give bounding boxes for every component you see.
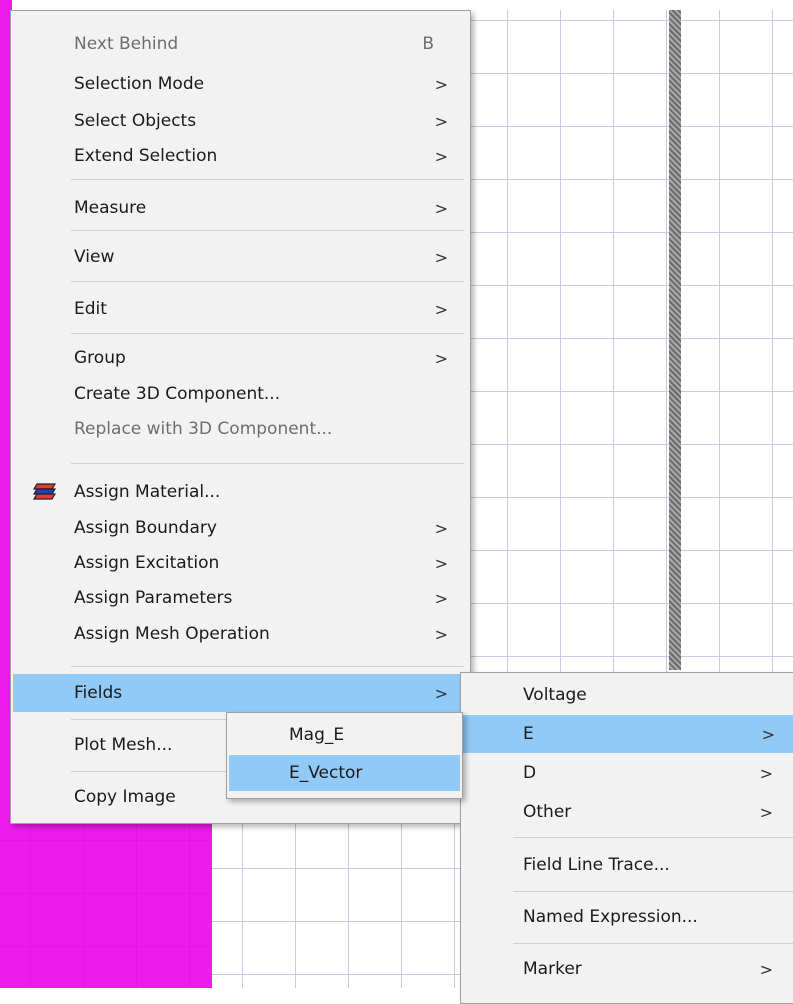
chevron-right-icon: > — [434, 683, 448, 703]
chevron-right-icon: > — [759, 802, 773, 822]
chevron-right-icon: > — [434, 624, 448, 644]
menu-separator — [71, 281, 464, 282]
menu-separator — [71, 666, 464, 667]
menu-item-view[interactable]: View > — [13, 239, 468, 275]
chevron-right-icon: > — [759, 763, 773, 783]
e-submenu: Mag_E E_Vector — [226, 712, 463, 799]
material-stack-icon — [32, 482, 57, 502]
menu-item-label: Group — [74, 348, 126, 368]
chevron-right-icon: > — [434, 247, 448, 267]
chevron-right-icon: > — [434, 111, 448, 131]
shortcut-key: B — [422, 34, 434, 54]
menu-item-label: Marker — [523, 959, 582, 979]
chevron-right-icon: > — [434, 553, 448, 573]
chevron-right-icon: > — [434, 588, 448, 608]
menu-item-label: Mag_E — [289, 725, 345, 745]
menu-item-label: E_Vector — [289, 763, 363, 783]
submenu-item-marker[interactable]: Marker > — [463, 951, 793, 987]
chevron-right-icon: > — [434, 146, 448, 166]
submenu-item-voltage[interactable]: Voltage — [463, 677, 793, 713]
canvas-top-edge — [0, 0, 793, 10]
menu-item-assign-boundary[interactable]: Assign Boundary > — [13, 510, 468, 546]
menu-item-label: Other — [523, 802, 572, 822]
submenu-item-named-expression[interactable]: Named Expression... — [463, 899, 793, 935]
menu-item-label: Field Line Trace... — [523, 855, 670, 875]
menu-item-label: Named Expression... — [523, 907, 698, 927]
menu-separator — [71, 333, 464, 334]
menu-item-next-behind: Next Behind B — [13, 26, 468, 62]
menu-item-assign-excitation[interactable]: Assign Excitation > — [13, 545, 468, 581]
menu-item-label: Assign Material... — [74, 482, 221, 502]
menu-item-label: D — [523, 763, 537, 783]
menu-item-label: Assign Excitation — [74, 553, 220, 573]
menu-item-label: Create 3D Component... — [74, 384, 281, 404]
menu-item-label: Select Objects — [74, 111, 197, 131]
menu-item-create-3d-component[interactable]: Create 3D Component... — [13, 376, 468, 412]
chevron-right-icon: > — [759, 959, 773, 979]
menu-item-label: Assign Mesh Operation — [74, 624, 270, 644]
menu-separator — [513, 943, 793, 944]
menu-item-label: Voltage — [523, 685, 587, 705]
menu-item-label: Fields — [74, 683, 123, 703]
menu-item-label: E — [523, 724, 534, 744]
menu-item-label: Selection Mode — [74, 74, 205, 94]
menu-item-label: Assign Boundary — [74, 518, 217, 538]
menu-item-label: Assign Parameters — [74, 588, 233, 608]
menu-item-extend-selection[interactable]: Extend Selection > — [13, 138, 468, 174]
submenu-item-e[interactable]: E > — [463, 715, 793, 753]
menu-separator — [71, 463, 464, 464]
menu-item-assign-parameters[interactable]: Assign Parameters > — [13, 580, 468, 616]
menu-item-label: Edit — [74, 299, 107, 319]
chevron-right-icon: > — [434, 299, 448, 319]
menu-item-assign-material[interactable]: Assign Material... — [13, 474, 468, 510]
menu-item-label: Next Behind — [74, 34, 179, 54]
menu-item-fields[interactable]: Fields > — [13, 674, 468, 712]
menu-item-label: Measure — [74, 198, 147, 218]
menu-item-label: Plot Mesh... — [74, 735, 173, 755]
chevron-right-icon: > — [434, 518, 448, 538]
menu-item-label: Extend Selection — [74, 146, 218, 166]
menu-item-label: Copy Image — [74, 787, 176, 807]
submenu-item-other[interactable]: Other > — [463, 794, 793, 830]
menu-item-label: View — [74, 247, 115, 267]
chevron-right-icon: > — [761, 724, 775, 744]
menu-item-assign-mesh-operation[interactable]: Assign Mesh Operation > — [13, 616, 468, 652]
menu-item-label: Replace with 3D Component... — [74, 419, 333, 439]
menu-item-edit[interactable]: Edit > — [13, 291, 468, 327]
menu-item-group[interactable]: Group > — [13, 340, 468, 376]
submenu-item-mag-e[interactable]: Mag_E — [229, 717, 460, 753]
menu-separator — [71, 179, 464, 180]
menu-separator — [513, 837, 793, 838]
chevron-right-icon: > — [434, 74, 448, 94]
menu-item-replace-3d-component: Replace with 3D Component... — [13, 411, 468, 447]
chevron-right-icon: > — [434, 348, 448, 368]
chevron-right-icon: > — [434, 198, 448, 218]
menu-item-select-objects[interactable]: Select Objects > — [13, 103, 468, 139]
model-object-magenta[interactable] — [0, 820, 212, 988]
model-object-hatched[interactable] — [669, 10, 681, 670]
fields-submenu: Voltage E > D > Other > Field Line Trace… — [460, 672, 793, 1004]
submenu-item-field-line-trace[interactable]: Field Line Trace... — [463, 847, 793, 883]
menu-separator — [513, 891, 793, 892]
submenu-item-e-vector[interactable]: E_Vector — [229, 755, 460, 791]
menu-item-measure[interactable]: Measure > — [13, 190, 468, 226]
context-menu: Next Behind B Selection Mode > Select Ob… — [10, 10, 471, 824]
menu-item-selection-mode[interactable]: Selection Mode > — [13, 66, 468, 102]
menu-separator — [71, 230, 464, 231]
submenu-item-d[interactable]: D > — [463, 755, 793, 791]
